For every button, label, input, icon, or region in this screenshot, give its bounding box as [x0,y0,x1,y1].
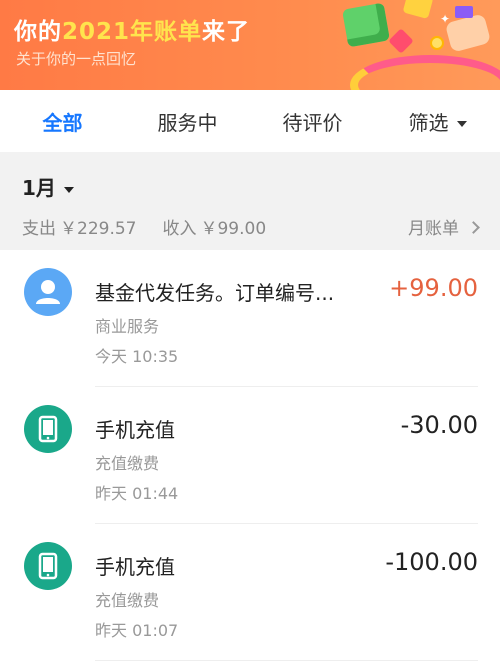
flag-decoration-icon [455,6,473,18]
caret-down-icon [456,121,467,127]
chevron-right-icon [467,221,480,234]
transaction-title: 手机充值 [95,555,175,579]
transaction-time: 昨天 01:44 [95,484,179,503]
transaction-amount: -100.00 [385,548,478,576]
transaction-category: 充值缴费 [95,591,160,610]
month-stats: 支出 ￥229.57 收入 ￥99.00 [22,214,270,239]
annual-bill-banner[interactable]: 你的2021年账单来了 关于你的一点回忆 ✦ [0,0,500,90]
transaction-list: 基金代发任务。订单编号... +99.00 商业服务 今天 10:35 手机充值… [0,250,500,661]
transaction-time: 今天 10:35 [95,347,179,366]
coin-decoration-icon [430,36,444,50]
expense-label: 支出 [22,219,56,239]
phone-icon [24,542,72,590]
divider [95,660,478,661]
tab-to-review[interactable]: 待评价 [250,107,375,136]
banner-title-suffix: 来了 [202,19,251,45]
swirl-decoration-icon [350,55,500,90]
transaction-title: 手机充值 [95,418,175,442]
income-label: 收入 [162,219,197,239]
cube-decoration-icon [342,2,390,48]
tab-in-service-label: 服务中 [157,110,218,135]
box-decoration-icon [402,0,434,19]
transaction-category: 商业服务 [95,317,160,336]
list-item[interactable]: 基金代发任务。订单编号... +99.00 商业服务 今天 10:35 [0,250,500,387]
banner-title: 你的2021年账单来了 [14,12,250,46]
heart-decoration-icon [388,28,414,54]
person-icon [24,268,72,316]
caret-down-icon [63,186,74,193]
banner-title-prefix: 你的 [14,19,62,45]
transaction-amount: -30.00 [400,411,478,439]
transaction-time: 昨天 01:07 [95,621,179,640]
sparkle-decoration-icon: ✦ [440,12,451,26]
monthly-bill-link[interactable]: 月账单 [408,214,480,239]
month-summary: 1月 支出 ￥229.57 收入 ￥99.00 月账单 [0,152,500,250]
tab-filter[interactable]: 筛选 [375,107,500,136]
banner-title-highlight: 2021年账单 [62,19,203,45]
transaction-category: 充值缴费 [95,454,160,473]
tab-to-review-label: 待评价 [282,110,343,135]
transaction-title: 基金代发任务。订单编号... [95,281,335,305]
list-item[interactable]: 手机充值 -30.00 充值缴费 昨天 01:44 [0,387,500,524]
tab-filter-label: 筛选 [408,110,449,135]
gift-decoration-icon [444,13,492,53]
filter-tabs: 全部 服务中 待评价 筛选 [0,90,500,152]
transaction-amount: +99.00 [389,274,478,302]
list-item[interactable]: 手机充值 -100.00 充值缴费 昨天 01:07 [0,524,500,661]
expense-value: ￥229.57 [60,219,137,239]
phone-icon [24,405,72,453]
banner-subtitle: 关于你的一点回忆 [16,50,137,68]
tab-all-label: 全部 [42,110,83,135]
month-label: 1月 [22,176,56,200]
tab-in-service[interactable]: 服务中 [125,107,250,136]
income-value: ￥99.00 [200,219,267,239]
monthly-bill-label: 月账单 [408,219,459,239]
tab-all[interactable]: 全部 [0,107,125,136]
month-selector[interactable]: 1月 [22,172,74,201]
